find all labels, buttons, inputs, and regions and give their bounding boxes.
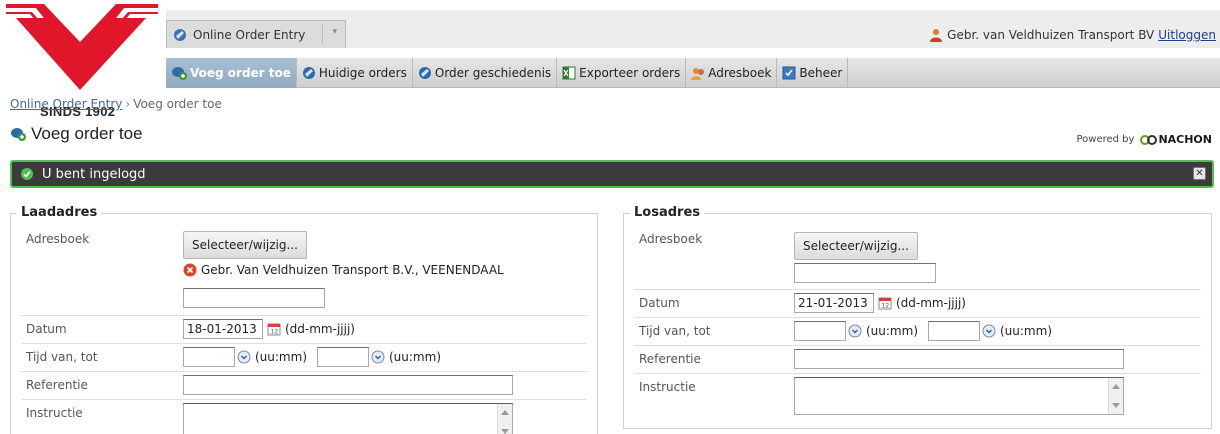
time-format-hint: (uu:mm): [1000, 324, 1052, 338]
losadres-referentie-row: Referentie: [634, 346, 1201, 374]
user-name: Gebr. van Veldhuizen Transport BV: [947, 28, 1155, 42]
referentie-label: Referentie: [26, 378, 88, 392]
losadres-fieldset: Losadres Adresboek Selecteer/wijzig... D…: [623, 205, 1212, 429]
user-icon: [930, 29, 943, 42]
losadres-instructie-textarea[interactable]: [794, 377, 1124, 415]
main-nav: Voeg order toe Huidige orders Order gesc…: [166, 58, 1220, 88]
alert-message: U bent ingelogd: [42, 166, 146, 182]
time-picker-icon[interactable]: [371, 350, 385, 364]
powered-by-label: Powered by: [1076, 134, 1135, 145]
laadadres-tijd-row: Tijd van, tot (uu:mm) (uu:mm): [21, 344, 587, 372]
instructie-label: Instructie: [26, 406, 83, 420]
svg-text:12: 12: [271, 329, 279, 336]
calendar-icon[interactable]: 12: [878, 296, 892, 310]
losadres-tijd-row: Tijd van, tot (uu:mm) (uu:mm): [634, 318, 1201, 346]
top-bar: Online Order Entry ▾ Gebr. van Veldhuize…: [166, 10, 1220, 48]
nav-exporteer-orders[interactable]: Exporteer orders: [557, 58, 687, 88]
nachon-brand: NACHON: [1140, 133, 1212, 146]
instructie-label: Instructie: [639, 380, 696, 394]
referentie-label: Referentie: [639, 352, 701, 366]
time-format-hint: (uu:mm): [255, 350, 307, 364]
calendar-icon[interactable]: 12: [267, 322, 281, 336]
nachon-logo-icon: [1140, 134, 1158, 145]
svg-text:12: 12: [882, 303, 890, 310]
nav-huidige-orders[interactable]: Huidige orders: [297, 58, 413, 88]
close-icon[interactable]: ✕: [1193, 167, 1206, 180]
nav-adresboek[interactable]: Adresboek: [686, 58, 778, 88]
tijd-label: Tijd van, tot: [639, 324, 711, 338]
laadadres-adresboek-row: Adresboek Selecteer/wijzig... Gebr. Van …: [21, 226, 587, 316]
time-format-hint: (uu:mm): [389, 350, 441, 364]
page-title: Voeg order toe: [10, 124, 143, 144]
laadadres-tijd-tot-input[interactable]: [317, 347, 369, 367]
date-format-hint: (dd-mm-jjjj): [896, 296, 966, 310]
losadres-tijd-van-input[interactable]: [794, 321, 846, 341]
addressbook-icon: [691, 68, 705, 80]
powered-by: Powered by NACHON: [1076, 133, 1212, 146]
nav-voeg-order-toe[interactable]: Voeg order toe: [166, 58, 297, 88]
nav-beheer[interactable]: Beheer: [777, 58, 849, 88]
adresboek-label: Adresboek: [26, 232, 90, 246]
logout-link[interactable]: Uitloggen: [1158, 28, 1216, 42]
losadres-legend: Losadres: [630, 205, 704, 220]
laadadres-referentie-input[interactable]: [183, 375, 513, 395]
adresboek-label: Adresboek: [639, 232, 703, 246]
datum-label: Datum: [26, 322, 67, 336]
remove-icon[interactable]: [183, 263, 197, 277]
chevron-down-icon[interactable]: ▾: [332, 27, 337, 37]
scrollbar[interactable]: [497, 404, 512, 434]
time-picker-icon[interactable]: [237, 350, 251, 364]
nav-order-geschiedenis[interactable]: Order geschiedenis: [413, 58, 558, 88]
breadcrumb-root-link[interactable]: Online Order Entry: [10, 97, 122, 111]
add-order-icon: [11, 128, 26, 141]
losadres-referentie-input[interactable]: [794, 349, 1124, 369]
history-icon: [418, 67, 431, 79]
breadcrumb-separator: ›: [125, 97, 131, 111]
add-order-icon: [172, 67, 187, 80]
app-switcher-label: Online Order Entry: [193, 27, 306, 42]
date-format-hint: (dd-mm-jjjj): [285, 322, 355, 336]
orders-icon: [302, 67, 315, 79]
time-format-hint: (uu:mm): [866, 324, 918, 338]
app-switcher[interactable]: Online Order Entry ▾: [166, 20, 346, 48]
page-title-text: Voeg order toe: [31, 124, 143, 143]
laadadres-legend: Laadadres: [17, 205, 102, 220]
globe-icon: [174, 28, 186, 41]
laadadres-fieldset: Laadadres Adresboek Selecteer/wijzig... …: [10, 205, 598, 434]
laadadres-datum-input[interactable]: [183, 319, 263, 339]
losadres-datum-input[interactable]: [794, 293, 874, 313]
losadres-tijd-tot-input[interactable]: [928, 321, 980, 341]
breadcrumb: Online Order Entry › Voeg order toe: [10, 97, 222, 111]
laadadres-tijd-van-input[interactable]: [183, 347, 235, 367]
scrollbar[interactable]: [1108, 378, 1123, 414]
losadres-adresboek-row: Adresboek Selecteer/wijzig...: [634, 226, 1201, 290]
laadadres-instructie-textarea[interactable]: [183, 403, 513, 434]
losadres-instructie-row: Instructie: [634, 374, 1201, 424]
losadres-extra-input[interactable]: [794, 263, 936, 283]
excel-icon: [562, 66, 576, 80]
losadres-datum-row: Datum 12 (dd-mm-jjjj): [634, 290, 1201, 318]
datum-label: Datum: [639, 296, 680, 310]
login-alert: U bent ingelogd ✕: [10, 160, 1214, 188]
laadadres-referentie-row: Referentie: [21, 372, 587, 400]
company-logo: [6, 4, 158, 90]
time-picker-icon[interactable]: [982, 324, 996, 338]
tijd-label: Tijd van, tot: [26, 350, 98, 364]
laadadres-instructie-row: Instructie: [21, 400, 587, 434]
check-circle-icon: [21, 168, 33, 180]
breadcrumb-current: Voeg order toe: [133, 97, 222, 111]
laadadres-select-button[interactable]: Selecteer/wijzig...: [183, 231, 307, 259]
losadres-select-button[interactable]: Selecteer/wijzig...: [794, 232, 918, 260]
laadadres-address-text: Gebr. Van Veldhuizen Transport B.V., VEE…: [201, 263, 504, 277]
laadadres-selected-address: Gebr. Van Veldhuizen Transport B.V., VEE…: [183, 263, 504, 277]
time-picker-icon[interactable]: [848, 324, 862, 338]
user-info: Gebr. van Veldhuizen Transport BV Uitlog…: [929, 28, 1216, 42]
settings-icon: [782, 66, 796, 80]
laadadres-extra-input[interactable]: [183, 288, 325, 308]
laadadres-datum-row: Datum 12 (dd-mm-jjjj): [21, 316, 587, 344]
